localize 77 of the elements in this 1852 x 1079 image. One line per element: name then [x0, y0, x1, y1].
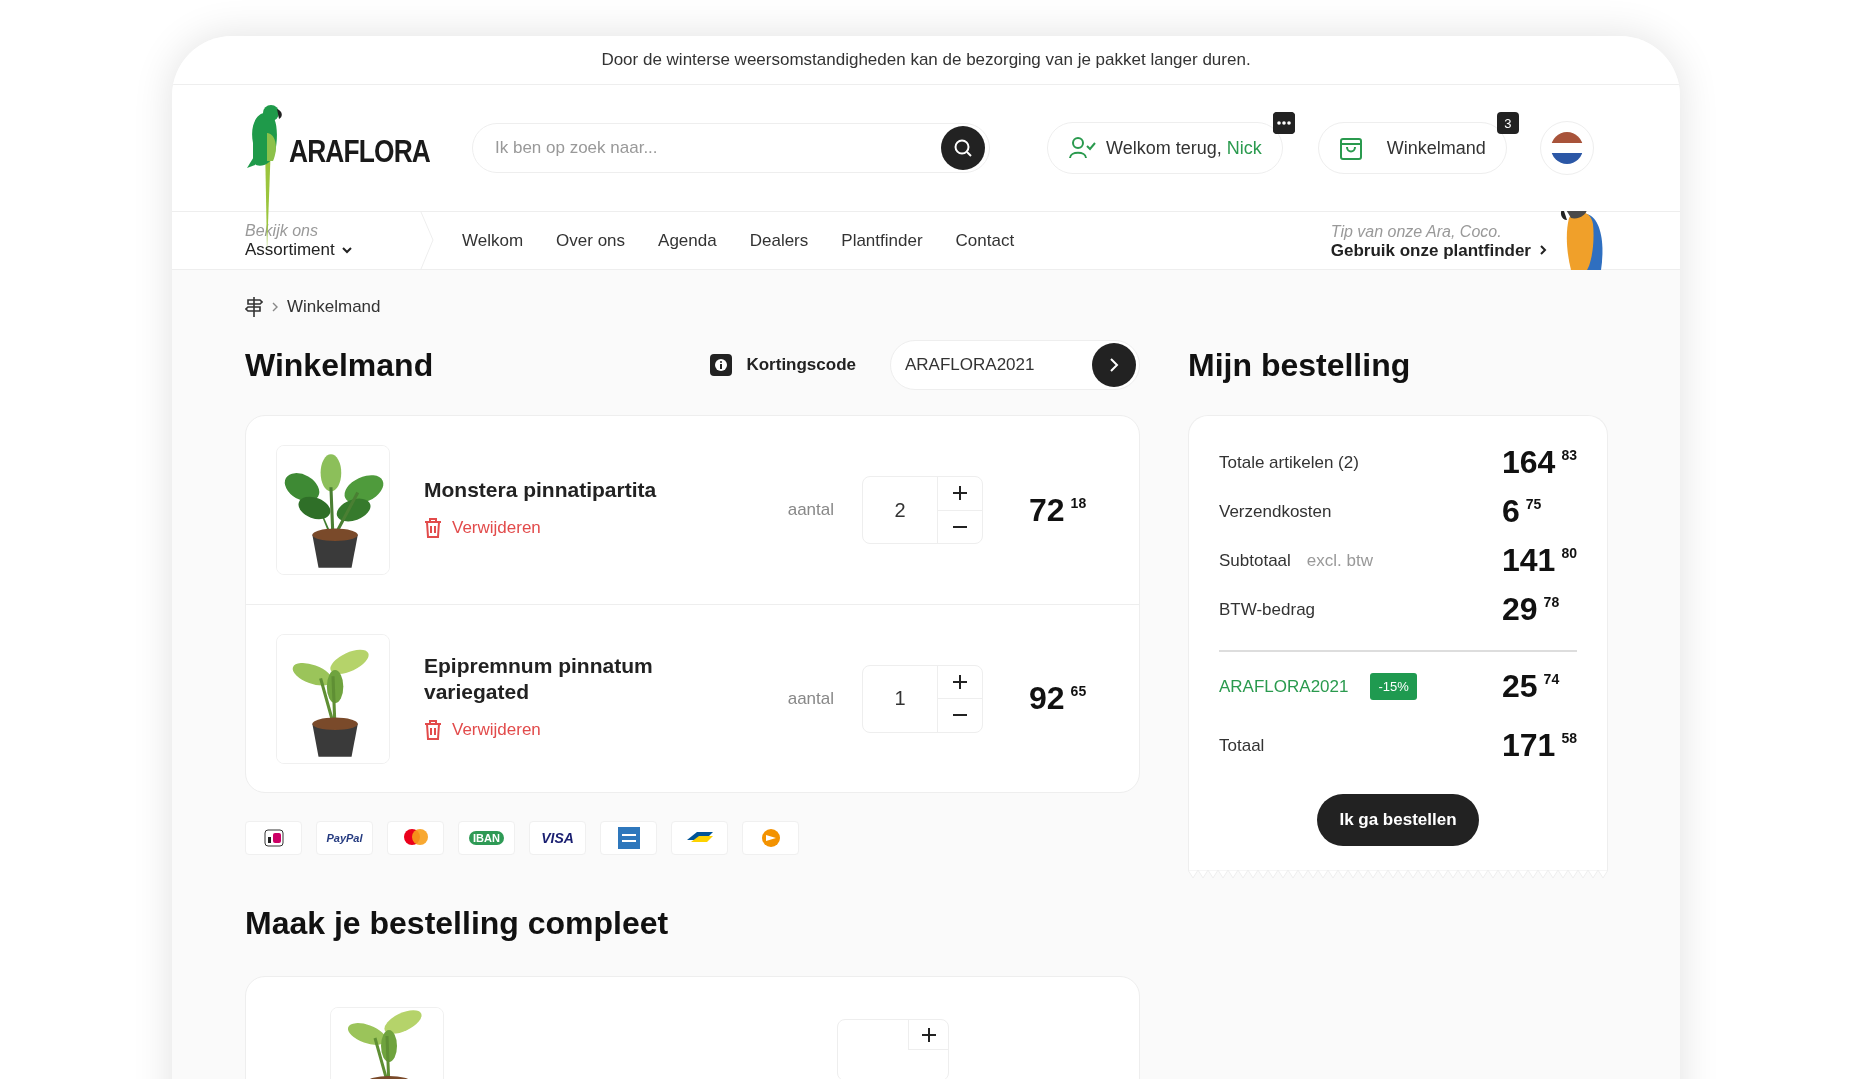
assortment-dropdown[interactable]: Assortiment	[245, 240, 420, 260]
quantity-label: aantal	[787, 688, 834, 709]
signpost-icon[interactable]	[245, 296, 263, 318]
nav-link[interactable]: Contact	[955, 230, 1015, 251]
remove-link[interactable]: Verwijderen	[424, 517, 541, 539]
search-icon	[953, 138, 973, 158]
cart-count-badge: 3	[1496, 112, 1519, 134]
chevron-right-icon	[1539, 244, 1547, 256]
search-input[interactable]: Ik ben op zoek naar...	[493, 137, 941, 159]
payment-icon	[617, 827, 640, 849]
plus-icon	[953, 674, 967, 689]
summary-label: Totale artikelen (2)	[1219, 452, 1359, 473]
quantity-stepper[interactable]: 2	[862, 476, 983, 544]
payment-icon	[759, 827, 782, 849]
payment-label: IBAN	[469, 831, 504, 845]
discount-code: ARAFLORA2021	[1219, 676, 1349, 697]
payment-label: VISA	[541, 830, 574, 846]
search-button[interactable]	[941, 126, 985, 170]
price: 72 $^{18}$	[1029, 491, 1088, 529]
apply-coupon-button[interactable]	[1092, 343, 1136, 387]
coupon-input[interactable]: ARAFLORA2021	[903, 354, 1092, 376]
quantity-field[interactable]: 1	[863, 665, 938, 732]
payment-icon	[263, 829, 284, 847]
search-field[interactable]: Ik ben op zoek naar...	[472, 123, 990, 173]
plus-icon	[953, 486, 967, 501]
announcement-text: Door de winterse weersomstandigheden kan de bezorging van je pakket langer duren.	[601, 50, 1251, 70]
quantity-stepper[interactable]: 1	[862, 664, 983, 733]
price: 92 $^{65}$	[1029, 680, 1088, 717]
account-button[interactable]: Welkom terug, Nick	[1047, 122, 1283, 174]
nav-link[interactable]: Plantfinder	[841, 230, 923, 251]
coupon-label: Kortingscode	[746, 355, 856, 375]
increase-button[interactable]	[908, 1020, 948, 1050]
quantity-field[interactable]: 2	[863, 477, 938, 543]
nav-link[interactable]: Agenda	[658, 230, 717, 251]
price: 25 $^{74}$	[1502, 668, 1561, 705]
nav-link[interactable]: Welkom	[462, 230, 524, 251]
order-button[interactable]: Ik ga bestellen	[1317, 794, 1479, 846]
minus-icon	[953, 525, 967, 528]
summary-title: Mijn bestelling	[1188, 346, 1411, 384]
payment-label: PayPal	[326, 832, 363, 844]
user-check-icon	[1068, 136, 1096, 160]
chevron-right-icon	[1109, 357, 1119, 373]
breadcrumb-item: Winkelmand	[287, 297, 381, 317]
info-icon	[710, 354, 733, 376]
trash-icon	[424, 718, 442, 741]
section-title: Maak je bestelling compleet	[245, 905, 670, 942]
nav-link[interactable]: Dealers	[749, 230, 809, 251]
logo-text[interactable]: ARAFLORA	[289, 134, 431, 170]
coupon-field[interactable]: ARAFLORA2021	[890, 340, 1140, 390]
remove-link[interactable]: Verwijderen	[424, 718, 541, 741]
summary-label: Totaal	[1219, 735, 1265, 756]
page-title: Winkelmand	[245, 346, 434, 384]
discount-badge: -15%	[1370, 673, 1417, 700]
more-icon[interactable]	[1272, 112, 1295, 134]
summary-label: Subtotaal	[1219, 550, 1291, 571]
minus-icon	[953, 714, 967, 717]
product-name[interactable]: Epipremnum pinnatum variegated	[424, 652, 694, 705]
price: 164 $^{83}$	[1502, 444, 1577, 481]
product-name[interactable]: Monstera pinnatipartita	[424, 477, 694, 503]
price: 141 $^{80}$	[1502, 542, 1577, 579]
summary-label: BTW-bedrag	[1219, 599, 1316, 620]
quantity-label: aantal	[787, 500, 834, 520]
price: 29 $^{78}$	[1502, 591, 1561, 628]
price: 6 $^{75}$	[1502, 493, 1543, 530]
language-button[interactable]	[1539, 121, 1594, 175]
flag-icon	[1550, 132, 1583, 164]
nav-link[interactable]: Over ons	[556, 230, 626, 251]
summary-note: excl. btw	[1306, 550, 1373, 571]
tip-caption: Tip van onze Ara, Coco.	[1330, 221, 1503, 241]
trash-icon	[424, 517, 442, 539]
shopping-bag-icon	[1338, 135, 1363, 161]
price: 171 $^{58}$	[1502, 727, 1577, 764]
plus-icon	[921, 1027, 936, 1042]
chevron-right-icon	[271, 302, 279, 312]
summary-label: Verzendkosten	[1219, 501, 1332, 522]
chevron-down-icon	[340, 246, 353, 254]
plantfinder-link[interactable]: Gebruik onze plantfinder	[1330, 240, 1547, 260]
